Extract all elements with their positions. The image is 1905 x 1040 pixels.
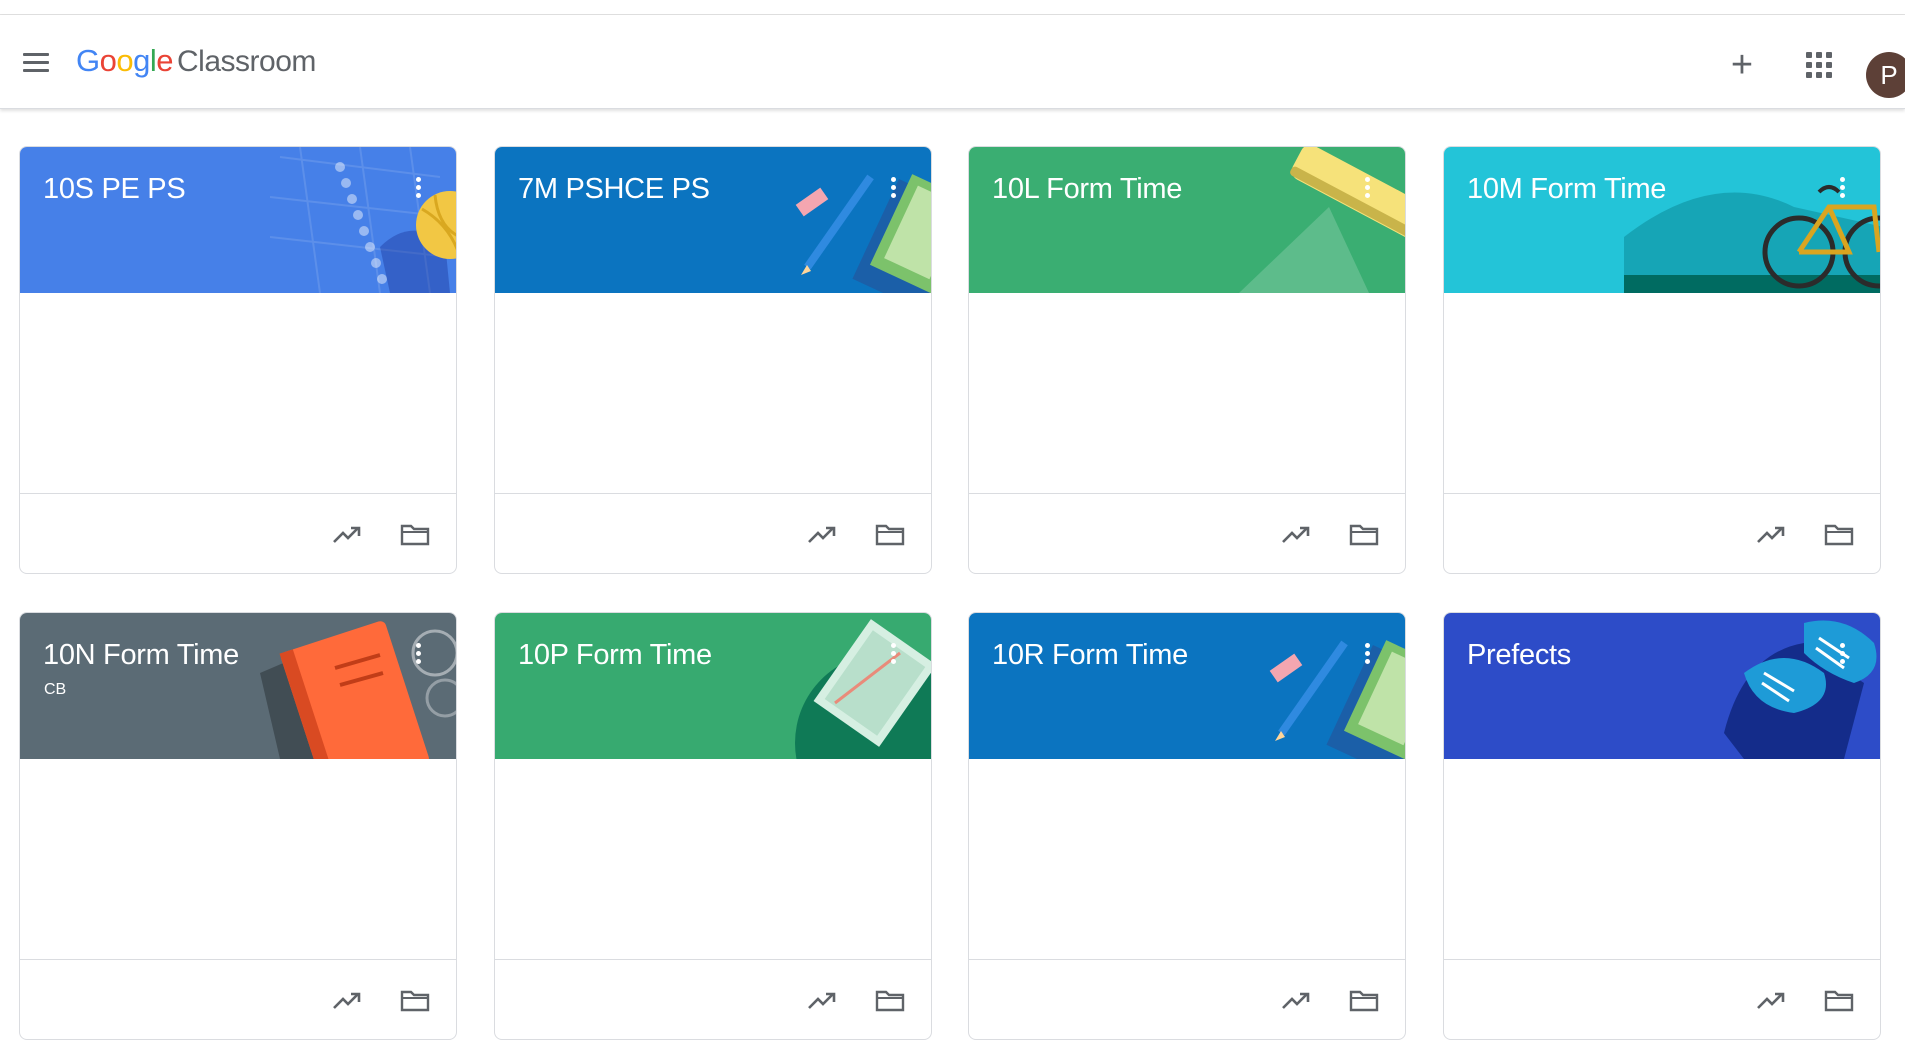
- logo-letter: g: [133, 43, 150, 78]
- class-name-link[interactable]: 10P Form Time: [518, 639, 712, 672]
- class-card-banner[interactable]: 10L Form Time: [969, 147, 1405, 293]
- more-vert-icon[interactable]: [1357, 638, 1377, 668]
- class-card-actions: [969, 959, 1405, 1039]
- class-card[interactable]: 10R Form Time: [968, 612, 1406, 1040]
- class-card-actions: [20, 493, 456, 573]
- class-card-actions: [495, 493, 931, 573]
- class-card-body: [495, 759, 931, 959]
- class-card[interactable]: 10M Form Time: [1443, 146, 1881, 574]
- folder-icon[interactable]: [1822, 984, 1856, 1018]
- class-card[interactable]: 7M PSHCE PS: [494, 146, 932, 574]
- class-name-link[interactable]: 10S PE PS: [43, 173, 186, 206]
- bike-illustration: [1624, 147, 1880, 293]
- logo-letter: o: [99, 43, 117, 78]
- google-classroom-logo[interactable]: Google Classroom: [76, 43, 316, 83]
- trending-up-icon[interactable]: [330, 984, 364, 1018]
- folder-icon[interactable]: [1822, 518, 1856, 552]
- class-name-link[interactable]: 10L Form Time: [992, 173, 1182, 206]
- more-vert-icon[interactable]: [1357, 172, 1377, 202]
- class-card-banner[interactable]: 7M PSHCE PS: [495, 147, 931, 293]
- folder-icon[interactable]: [1347, 518, 1381, 552]
- class-card-banner[interactable]: 10P Form Time: [495, 613, 931, 759]
- logo-letter: o: [116, 43, 134, 78]
- main-menu-button[interactable]: [14, 45, 58, 79]
- more-vert-icon[interactable]: [408, 172, 428, 202]
- plus-icon: +: [1730, 44, 1754, 86]
- class-card-actions: [1444, 959, 1880, 1039]
- trending-up-icon[interactable]: [1279, 984, 1313, 1018]
- class-card-banner[interactable]: 10S PE PS: [20, 147, 456, 293]
- create-or-join-class-button[interactable]: +: [1720, 43, 1764, 87]
- class-card-body: [969, 293, 1405, 493]
- more-vert-icon[interactable]: [1832, 638, 1852, 668]
- folder-icon[interactable]: [398, 518, 432, 552]
- class-card[interactable]: 10L Form Time: [968, 146, 1406, 574]
- class-card-banner[interactable]: 10R Form Time: [969, 613, 1405, 759]
- folder-icon[interactable]: [398, 984, 432, 1018]
- google-wordmark: Google: [76, 43, 174, 79]
- class-name-link[interactable]: 10N Form Time: [43, 639, 239, 672]
- class-card-banner[interactable]: 10M Form Time: [1444, 147, 1880, 293]
- class-card-body: [1444, 293, 1880, 493]
- trending-up-icon[interactable]: [330, 518, 364, 552]
- pencil-illustration: [1209, 613, 1405, 759]
- more-vert-icon[interactable]: [1832, 172, 1852, 202]
- logo-letter: e: [156, 43, 174, 78]
- browser-top-edge: [0, 0, 1905, 15]
- folder-icon[interactable]: [1347, 984, 1381, 1018]
- trending-up-icon[interactable]: [805, 984, 839, 1018]
- class-card-body: [1444, 759, 1880, 959]
- class-card-banner[interactable]: Prefects: [1444, 613, 1880, 759]
- class-card[interactable]: 10P Form Time: [494, 612, 932, 1040]
- class-card-body: [20, 293, 456, 493]
- more-vert-icon[interactable]: [408, 638, 428, 668]
- shoes-illustration: [1684, 613, 1880, 759]
- class-card-actions: [1444, 493, 1880, 573]
- class-card-actions: [495, 959, 931, 1039]
- class-card[interactable]: Prefects: [1443, 612, 1881, 1040]
- class-name-link[interactable]: 10R Form Time: [992, 639, 1188, 672]
- ball-illustration: [260, 147, 456, 293]
- trending-up-icon[interactable]: [1754, 518, 1788, 552]
- class-card[interactable]: 10N Form Time CB: [19, 612, 457, 1040]
- account-avatar[interactable]: P: [1866, 52, 1905, 98]
- apps-grid-icon: [1806, 52, 1832, 78]
- product-name: Classroom: [177, 45, 316, 78]
- class-name-link[interactable]: 10M Form Time: [1467, 173, 1666, 206]
- class-card-banner[interactable]: 10N Form Time CB: [20, 613, 456, 759]
- notebook-illustration: [735, 613, 931, 759]
- folder-icon[interactable]: [873, 984, 907, 1018]
- class-card-body: [969, 759, 1405, 959]
- more-vert-icon[interactable]: [883, 172, 903, 202]
- pencil-illustration: [735, 147, 931, 293]
- trending-up-icon[interactable]: [805, 518, 839, 552]
- class-card-actions: [20, 959, 456, 1039]
- menu-icon: [23, 52, 49, 56]
- class-card[interactable]: 10S PE PS: [19, 146, 457, 574]
- app-header: Google Classroom + P: [0, 15, 1905, 109]
- folder-icon[interactable]: [873, 518, 907, 552]
- class-card-actions: [969, 493, 1405, 573]
- trending-up-icon[interactable]: [1279, 518, 1313, 552]
- trending-up-icon[interactable]: [1754, 984, 1788, 1018]
- logo-letter: G: [76, 43, 100, 78]
- class-section-label: CB: [44, 681, 67, 698]
- class-name-link[interactable]: Prefects: [1467, 639, 1571, 672]
- class-name-link[interactable]: 7M PSHCE PS: [518, 173, 710, 206]
- ruler-illustration: [1179, 147, 1405, 293]
- more-vert-icon[interactable]: [883, 638, 903, 668]
- class-card-body: [495, 293, 931, 493]
- book-illustration: [240, 613, 456, 759]
- class-card-body: [20, 759, 456, 959]
- google-apps-button[interactable]: [1797, 43, 1841, 87]
